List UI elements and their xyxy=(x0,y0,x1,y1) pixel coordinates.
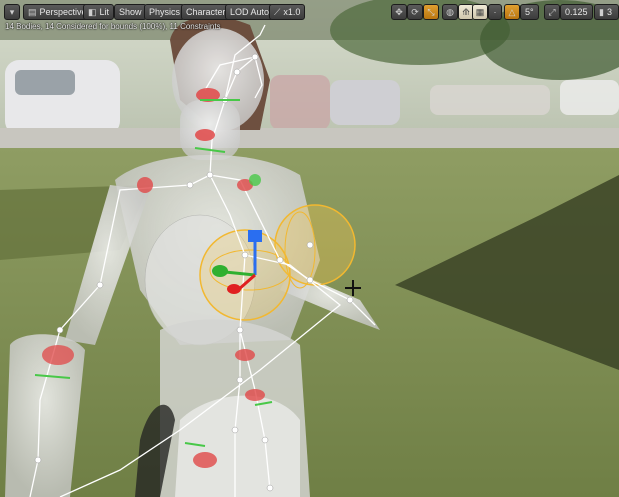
angle-snap-value[interactable]: 5° xyxy=(520,4,539,20)
globe-icon: ◍ xyxy=(446,7,454,17)
lod-button[interactable]: LOD Auto xyxy=(225,4,275,20)
angle-snap-button[interactable]: △ xyxy=(504,4,520,20)
physics-button[interactable]: Physics xyxy=(144,4,186,20)
chevron-down-icon: ▾ xyxy=(9,7,15,17)
viewport-toolbar: ▾ ▤ Perspective ◧ Lit Show Physics Chara… xyxy=(0,0,619,24)
camera-speed-button[interactable]: ▮ 3 xyxy=(594,4,619,20)
scene-render xyxy=(0,0,619,497)
playback-speed-button[interactable]: ⟋ x1.0 xyxy=(269,4,306,20)
lit-icon: ◧ xyxy=(88,7,97,17)
perspective-icon: ▤ xyxy=(28,7,37,17)
grid-icon: ▦ xyxy=(475,7,485,17)
scale-snap-button[interactable]: ⤢ xyxy=(544,4,560,20)
grid-snap-button[interactable]: ▦ xyxy=(472,4,488,20)
physics-asset-viewport[interactable]: ▾ ▤ Perspective ◧ Lit Show Physics Chara… xyxy=(0,0,619,497)
camera-icon: ▮ xyxy=(599,7,604,17)
viewport-options-button[interactable]: ▾ xyxy=(4,4,20,20)
perspective-button[interactable]: ▤ Perspective xyxy=(23,4,92,20)
grid-value-icon: · xyxy=(493,7,497,17)
rotate-mode-button[interactable]: ⟳ xyxy=(407,4,423,20)
angle-icon: △ xyxy=(508,7,516,17)
scale-snap-value[interactable]: 0.125 xyxy=(560,4,593,20)
lit-button[interactable]: ◧ Lit xyxy=(83,4,115,20)
speed-icon: ⟋ xyxy=(274,7,281,17)
grid-snap-value-button[interactable]: · xyxy=(488,4,502,20)
translate-mode-button[interactable]: ✥ xyxy=(391,4,407,20)
rotate-icon: ⟳ xyxy=(411,7,419,17)
coordinate-space-button[interactable]: ◍ xyxy=(442,4,458,20)
character-button[interactable]: Character xyxy=(181,4,231,20)
physics-stats-text: 14 Bodies, 14 Considered for bounds (100… xyxy=(5,22,221,31)
show-button[interactable]: Show xyxy=(114,4,147,20)
move-arrows-icon: ✥ xyxy=(395,7,403,17)
scale-mode-button[interactable]: ⤡ xyxy=(423,4,439,20)
crosshair-cursor xyxy=(345,280,361,296)
scale-snap-icon: ⤢ xyxy=(548,7,556,17)
scale-icon: ⤡ xyxy=(427,7,435,17)
surface-snap-icon: ⟰ xyxy=(462,7,470,17)
